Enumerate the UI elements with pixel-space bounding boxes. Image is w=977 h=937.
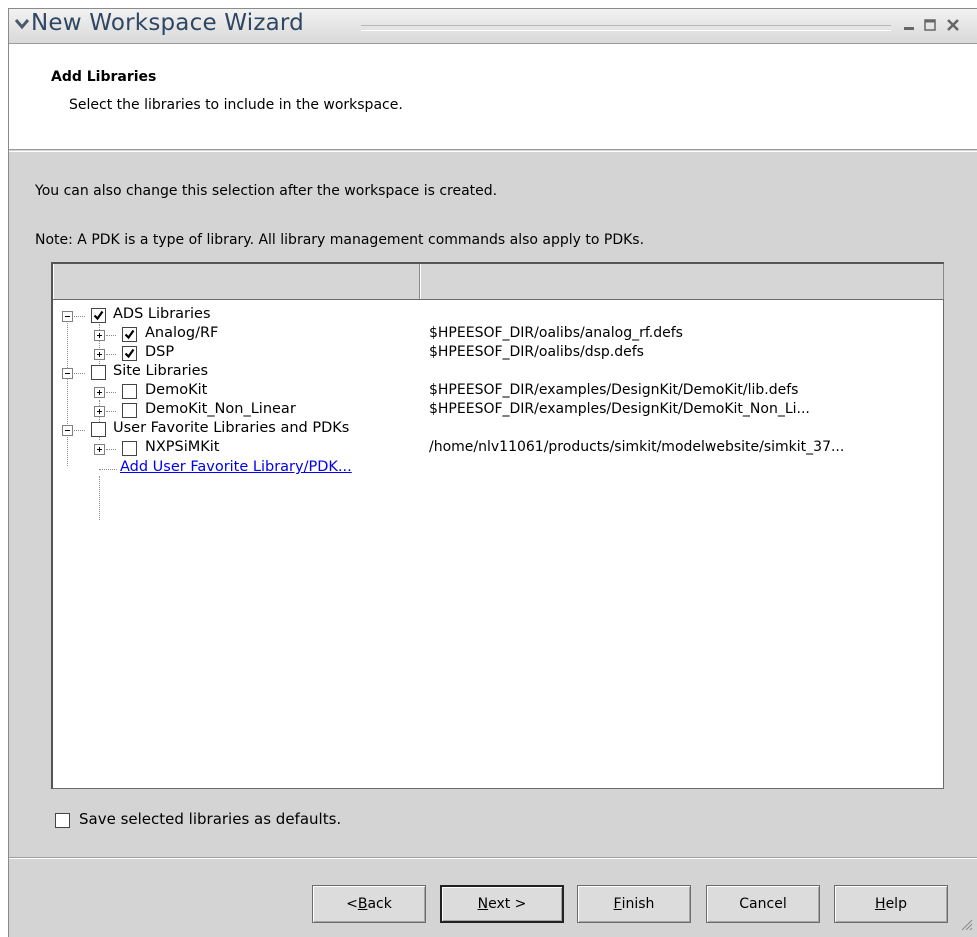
finish-button-label: inish (621, 896, 655, 912)
cancel-button-label: Cancel (739, 896, 787, 912)
title-divider (361, 25, 891, 31)
footer-separator-light (9, 858, 977, 859)
tree-connector (106, 354, 116, 355)
save-defaults-label[interactable]: Save selected libraries as defaults. (79, 810, 341, 828)
tree-connector (99, 469, 117, 470)
row-path: $HPEESOF_DIR/oalibs/analog_rf.defs (429, 325, 683, 341)
tree-connector (106, 392, 116, 393)
help-button[interactable]: Help (834, 885, 948, 923)
checkmark-icon (124, 329, 135, 340)
column-header-path[interactable] (420, 264, 944, 299)
tree-row-demokit-non-linear[interactable]: DemoKit_Non_Linear $HPEESOF_DIR/examples… (53, 401, 943, 421)
collapse-icon[interactable] (62, 368, 73, 379)
tree-row-nxpsimkit[interactable]: NXPSiMKit /home/nlv11061/products/simkit… (53, 439, 943, 459)
add-user-favorite-library-link[interactable]: Add User Favorite Library/PDK... (120, 459, 352, 475)
row-path: $HPEESOF_DIR/examples/DesignKit/DemoKit_… (429, 401, 810, 417)
checkbox-ads-libraries[interactable] (91, 308, 106, 323)
tree-connector (74, 373, 85, 374)
info-text-selection: You can also change this selection after… (35, 183, 498, 199)
next-button[interactable]: Next > (440, 885, 564, 923)
back-button-prefix: < (346, 896, 358, 912)
tree-connector (106, 411, 116, 412)
row-path: $HPEESOF_DIR/oalibs/dsp.defs (429, 344, 644, 360)
expand-icon[interactable] (94, 444, 105, 455)
row-label: User Favorite Libraries and PDKs (113, 420, 350, 436)
row-path: $HPEESOF_DIR/examples/DesignKit/DemoKit/… (429, 382, 799, 398)
next-button-mnemonic: N (477, 896, 489, 912)
help-button-label: elp (885, 896, 907, 912)
checkmark-icon (124, 348, 135, 359)
tree-row-ads-libraries[interactable]: ADS Libraries (53, 306, 943, 326)
checkmark-icon (93, 310, 104, 321)
save-defaults-checkbox[interactable] (55, 813, 70, 828)
window-title: New Workspace Wizard (31, 10, 304, 36)
row-label: DSP (145, 344, 175, 360)
wizard-window: New Workspace Wizard Add Libraries Selec… (8, 8, 977, 937)
finish-button[interactable]: Finish (577, 885, 691, 923)
expand-icon[interactable] (94, 349, 105, 360)
row-label: Analog/RF (145, 325, 219, 341)
table-header (53, 264, 944, 300)
back-button[interactable]: < Back (312, 885, 426, 923)
window-menu-chevron-icon[interactable] (13, 15, 31, 33)
row-label: NXPSiMKit (145, 439, 220, 455)
tree-row-demokit[interactable]: DemoKit $HPEESOF_DIR/examples/DesignKit/… (53, 382, 943, 402)
row-label: ADS Libraries (113, 306, 211, 322)
collapse-icon[interactable] (62, 425, 73, 436)
expand-icon[interactable] (94, 330, 105, 341)
checkbox-site-libraries[interactable] (91, 365, 106, 380)
row-label: DemoKit_Non_Linear (145, 401, 296, 417)
row-path: /home/nlv11061/products/simkit/modelwebs… (429, 439, 845, 455)
header-separator (9, 151, 977, 152)
page-title: Add Libraries (51, 69, 157, 85)
checkbox-analog-rf[interactable] (122, 327, 137, 342)
tree-connector (106, 335, 116, 336)
tree-row-analog-rf[interactable]: Analog/RF $HPEESOF_DIR/oalibs/analog_rf.… (53, 325, 943, 345)
tree-connector (74, 430, 85, 431)
tree-row-user-favorite-libraries[interactable]: User Favorite Libraries and PDKs (53, 420, 943, 440)
checkbox-demokit[interactable] (122, 384, 137, 399)
expand-icon[interactable] (94, 406, 105, 417)
column-header-name[interactable] (53, 264, 420, 299)
checkbox-demokit-non-linear[interactable] (122, 403, 137, 418)
help-button-mnemonic: H (875, 896, 886, 912)
expand-icon[interactable] (94, 387, 105, 398)
tree-connector (106, 449, 116, 450)
tree-row-add-favorite: Add User Favorite Library/PDK... (53, 459, 943, 479)
cancel-button[interactable]: Cancel (706, 885, 820, 923)
checkbox-user-favorite-libraries[interactable] (91, 422, 106, 437)
title-bar: New Workspace Wizard (9, 9, 977, 44)
library-table: ADS Libraries Analog/RF $HPEESOF_DIR/oal… (51, 262, 944, 789)
finish-button-mnemonic: F (613, 896, 622, 912)
maximize-icon[interactable] (922, 17, 938, 33)
tree-connector (74, 316, 85, 317)
resize-grip-icon[interactable] (959, 917, 973, 931)
row-label: DemoKit (145, 382, 208, 398)
header-panel: Add Libraries Select the libraries to in… (9, 44, 977, 150)
tree-row-dsp[interactable]: DSP $HPEESOF_DIR/oalibs/dsp.defs (53, 344, 943, 364)
info-text-pdk-note: Note: A PDK is a type of library. All li… (35, 232, 645, 248)
next-button-label: ext > (488, 896, 527, 912)
checkbox-nxpsimkit[interactable] (122, 441, 137, 456)
checkbox-dsp[interactable] (122, 346, 137, 361)
page-subtitle: Select the libraries to include in the w… (69, 97, 403, 113)
minimize-icon[interactable] (901, 17, 917, 33)
row-label: Site Libraries (113, 363, 209, 379)
tree-connector (99, 476, 100, 520)
collapse-icon[interactable] (62, 311, 73, 322)
back-button-mnemonic: B (357, 896, 368, 912)
close-icon[interactable] (945, 17, 961, 33)
back-button-label: ack (367, 896, 392, 912)
tree-row-site-libraries[interactable]: Site Libraries (53, 363, 943, 383)
